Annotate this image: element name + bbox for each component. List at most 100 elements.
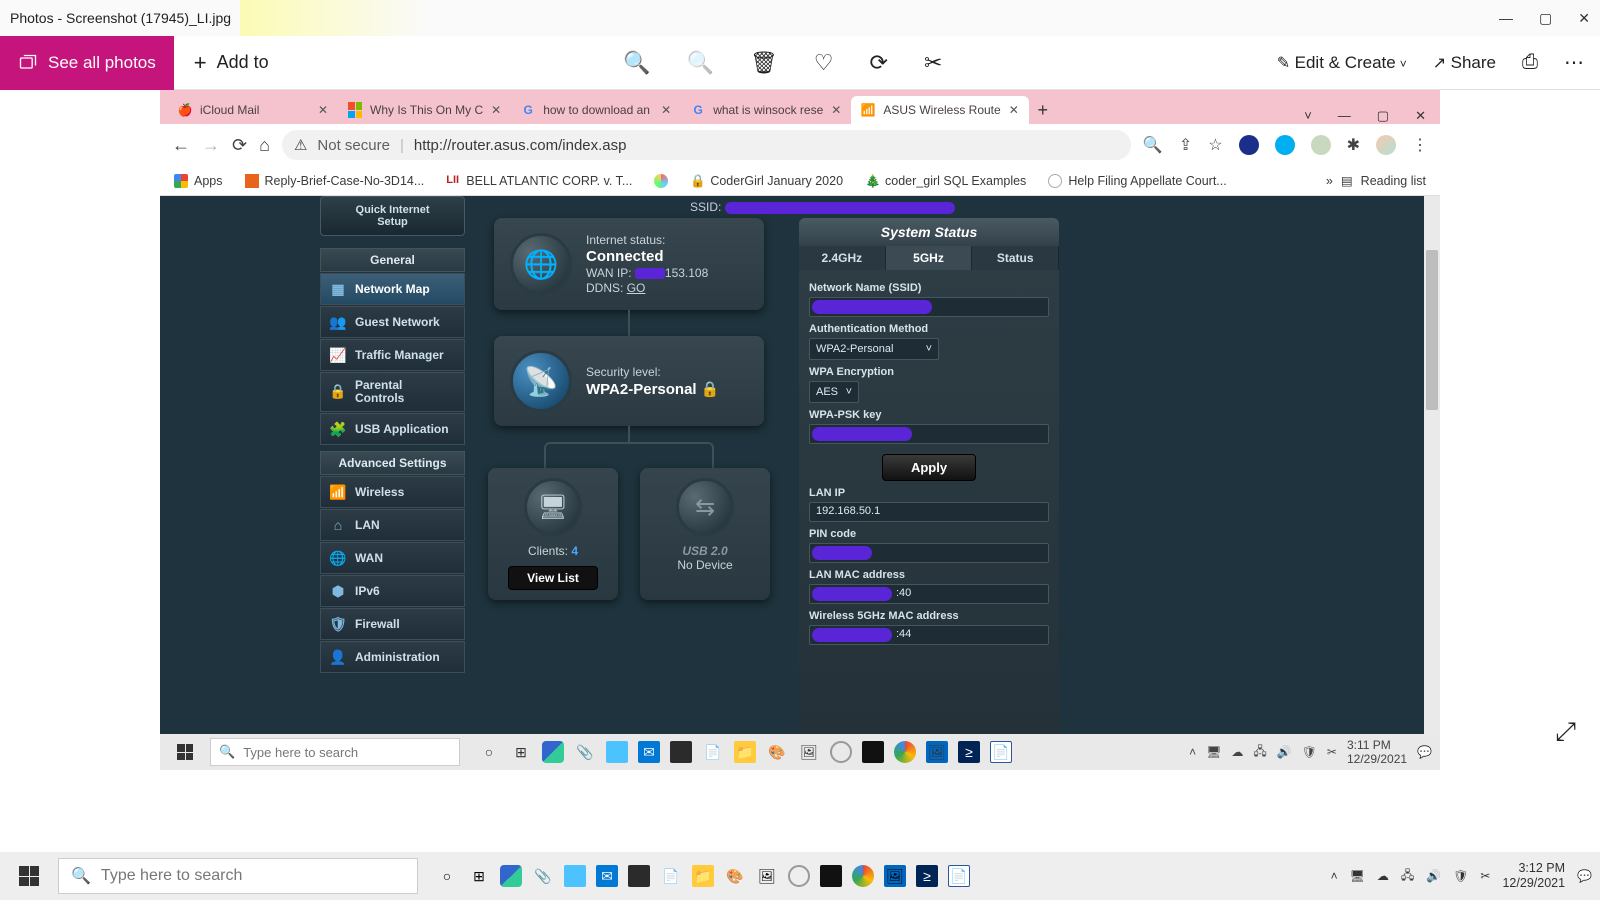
powershell-icon[interactable]: ≥ bbox=[958, 741, 980, 763]
tray-chevron-icon[interactable]: ˄ bbox=[1189, 745, 1196, 759]
extension-skype-icon[interactable] bbox=[1275, 135, 1295, 155]
tab-google1[interactable]: Ghow to download an✕ bbox=[511, 96, 681, 124]
search-in-page-icon[interactable]: 🔍 bbox=[1143, 135, 1163, 155]
reload-icon[interactable]: ⟳ bbox=[232, 135, 247, 156]
view-list-button[interactable]: View List bbox=[508, 566, 598, 590]
enter-fullscreen-icon[interactable]: ⤢ bbox=[1555, 716, 1576, 748]
tray-display-icon[interactable]: 🖥 bbox=[1350, 869, 1365, 883]
sidebar-item-guest-network[interactable]: 👥Guest Network bbox=[320, 306, 465, 338]
photos-icon[interactable]: 🖼 bbox=[884, 865, 906, 887]
quick-internet-setup-button[interactable]: Quick Internet Setup bbox=[320, 196, 465, 236]
bookmark-codergirl[interactable]: 🔒CoderGirl January 2020 bbox=[690, 174, 843, 188]
tab-5ghz[interactable]: 5GHz bbox=[886, 246, 973, 270]
sidebar-item-lan[interactable]: ⌂LAN bbox=[320, 509, 465, 541]
bookmark-appellate[interactable]: Help Filing Appellate Court... bbox=[1048, 174, 1226, 188]
tray-onedrive-icon[interactable]: ☁ bbox=[1231, 745, 1243, 759]
app-icon[interactable]: 🎨 bbox=[766, 741, 788, 763]
tray-network-icon[interactable]: 🖧 bbox=[1401, 866, 1414, 887]
bookmark-reply-brief[interactable]: Reply-Brief-Case-No-3D14... bbox=[245, 174, 425, 188]
sidebar-item-ipv6[interactable]: ⬢IPv6 bbox=[320, 575, 465, 607]
app-icon[interactable]: 🖼 bbox=[756, 865, 778, 887]
edge-icon[interactable] bbox=[500, 865, 522, 887]
inner-close-icon[interactable]: ✕ bbox=[1415, 108, 1426, 124]
internet-status-card[interactable]: 🌐 Internet status: Connected WAN IP: 153… bbox=[494, 218, 764, 310]
chrome-icon[interactable] bbox=[894, 741, 916, 763]
sidebar-item-network-map[interactable]: ▦Network Map bbox=[320, 273, 465, 305]
sidebar-item-firewall[interactable]: 🛡Firewall bbox=[320, 608, 465, 640]
tray-volume-icon[interactable]: 🔊 bbox=[1426, 869, 1441, 883]
tab-google2[interactable]: Gwhat is winsock rese✕ bbox=[681, 96, 851, 124]
word-icon[interactable]: 📄 bbox=[948, 865, 970, 887]
maximize-icon[interactable]: ▢ bbox=[1539, 10, 1552, 27]
tab-why[interactable]: Why Is This On My C✕ bbox=[338, 96, 511, 124]
bookmark-codergirl-sep[interactable] bbox=[654, 174, 668, 188]
bookmark-bell-atlantic[interactable]: LIIBELL ATLANTIC CORP. v. T... bbox=[446, 174, 632, 188]
mail-icon[interactable]: ✉ bbox=[596, 865, 618, 887]
url-field[interactable]: ⚠ Not secure | http://router.asus.com/in… bbox=[282, 130, 1131, 160]
app-icon[interactable] bbox=[564, 865, 586, 887]
search-input[interactable]: 🔍Type here to search bbox=[58, 858, 418, 894]
app-icon[interactable]: 🖼 bbox=[798, 741, 820, 763]
encryption-select[interactable]: AES˅ bbox=[809, 381, 859, 403]
extension-3-icon[interactable] bbox=[1311, 135, 1331, 155]
inner-start-button[interactable] bbox=[168, 738, 202, 766]
tray-network-icon[interactable]: 🖧 bbox=[1253, 742, 1266, 763]
start-button[interactable] bbox=[8, 858, 50, 894]
app-icon[interactable]: 📄 bbox=[702, 741, 724, 763]
add-to-button[interactable]: + Add to bbox=[174, 36, 289, 90]
edit-create-button[interactable]: ✎ Edit & Create˅ bbox=[1277, 53, 1407, 73]
see-all-photos-button[interactable]: See all photos bbox=[0, 36, 174, 90]
tray-security-icon[interactable]: 🛡 bbox=[1302, 745, 1317, 759]
menu-icon[interactable]: ⋮ bbox=[1412, 135, 1428, 155]
favorite-icon[interactable]: ♡ bbox=[814, 50, 834, 76]
reading-list-icon[interactable]: ▤ bbox=[1341, 173, 1353, 188]
tray-snip-icon[interactable]: ✂ bbox=[1327, 745, 1337, 759]
tabs-dropdown-icon[interactable]: ˅ bbox=[1304, 108, 1312, 124]
tab-icloud[interactable]: 🍎iCloud Mail✕ bbox=[168, 96, 338, 124]
sidebar-item-parental-controls[interactable]: 🔒ParentalControls bbox=[320, 372, 465, 412]
psk-input[interactable] bbox=[809, 424, 1049, 444]
inner-maximize-icon[interactable]: ▢ bbox=[1377, 108, 1389, 124]
explorer-icon[interactable]: 📁 bbox=[734, 741, 756, 763]
tray-security-icon[interactable]: 🛡 bbox=[1453, 869, 1468, 883]
crop-icon[interactable]: ✂ bbox=[924, 50, 942, 76]
close-icon[interactable]: ✕ bbox=[831, 103, 841, 117]
taskview-icon[interactable]: ⊞ bbox=[468, 865, 490, 887]
inner-minimize-icon[interactable]: — bbox=[1338, 108, 1351, 124]
edge-icon[interactable] bbox=[542, 741, 564, 763]
forward-icon[interactable]: → bbox=[202, 135, 220, 156]
home-icon[interactable]: ⌂ bbox=[259, 135, 270, 156]
cortana-icon[interactable]: ○ bbox=[436, 865, 458, 887]
clock[interactable]: 3:12 PM12/29/2021 bbox=[1502, 861, 1565, 891]
close-icon[interactable]: ✕ bbox=[491, 103, 501, 117]
tab-status[interactable]: Status bbox=[972, 246, 1059, 270]
auth-method-select[interactable]: WPA2-Personal˅ bbox=[809, 338, 939, 360]
cortana-icon[interactable]: ○ bbox=[478, 741, 500, 763]
tray-volume-icon[interactable]: 🔊 bbox=[1277, 745, 1292, 759]
powershell-icon[interactable]: ≥ bbox=[916, 865, 938, 887]
zoom-in-icon[interactable]: 🔍 bbox=[623, 50, 650, 76]
notifications-icon[interactable]: 💬 bbox=[1417, 745, 1432, 759]
mail-icon[interactable]: ✉ bbox=[638, 741, 660, 763]
ddns-link[interactable]: GO bbox=[627, 281, 646, 295]
share-button[interactable]: ↗ Share bbox=[1433, 53, 1496, 73]
sidebar-item-wireless[interactable]: 📶Wireless bbox=[320, 476, 465, 508]
minimize-icon[interactable]: — bbox=[1499, 10, 1513, 27]
app-icon[interactable]: 🎨 bbox=[724, 865, 746, 887]
inner-clock[interactable]: 3:11 PM12/29/2021 bbox=[1347, 738, 1407, 766]
sidebar-item-wan[interactable]: 🌐WAN bbox=[320, 542, 465, 574]
tray-onedrive-icon[interactable]: ☁ bbox=[1377, 869, 1389, 883]
close-icon[interactable]: ✕ bbox=[318, 103, 328, 117]
explorer-icon[interactable]: 📁 bbox=[692, 865, 714, 887]
sidebar-item-traffic-manager[interactable]: 📈Traffic Manager bbox=[320, 339, 465, 371]
photos-icon[interactable]: 🖼 bbox=[926, 741, 948, 763]
close-icon[interactable]: ✕ bbox=[661, 103, 671, 117]
tray-snip-icon[interactable]: ✂ bbox=[1480, 869, 1490, 883]
tab-asus[interactable]: 📶ASUS Wireless Route✕ bbox=[851, 96, 1028, 124]
taskview-icon[interactable]: ⊞ bbox=[510, 741, 532, 763]
inner-search-input[interactable]: 🔍Type here to search bbox=[210, 738, 460, 766]
more-icon[interactable]: ⋯ bbox=[1564, 50, 1584, 75]
new-tab-button[interactable]: + bbox=[1029, 96, 1057, 124]
inner-scrollbar[interactable] bbox=[1424, 196, 1440, 734]
rotate-icon[interactable]: ⟳ bbox=[870, 50, 888, 76]
